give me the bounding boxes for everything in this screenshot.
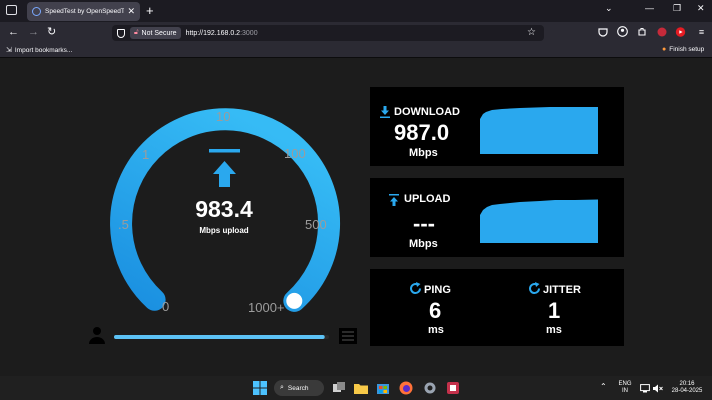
upload-label: UPLOAD <box>404 193 451 205</box>
search-icon: ⌕ <box>280 384 284 391</box>
youtube-icon[interactable] <box>675 26 686 37</box>
extensions-icon[interactable] <box>636 26 647 37</box>
import-icon: ⇲ <box>6 47 12 54</box>
taskbar-search[interactable]: ⌕ Search <box>274 380 324 396</box>
ping-label: PING <box>424 284 451 296</box>
gauge-tick-label: 500 <box>305 217 327 232</box>
new-tab-button[interactable]: + <box>146 3 154 19</box>
download-value: 987.0 <box>394 120 450 145</box>
settings-gear-icon[interactable] <box>423 381 437 395</box>
upload-value: --- <box>413 211 435 236</box>
download-graph <box>480 107 598 154</box>
speedtest-page: 0 .5 1 10 100 500 1000+ 983.4 Mbps uploa… <box>0 58 712 376</box>
upload-progress-fill <box>114 335 325 339</box>
forward-button[interactable]: → <box>28 26 39 39</box>
windows-start-icon[interactable] <box>253 381 267 395</box>
url-port: :3000 <box>240 29 258 37</box>
microsoft-store-icon[interactable] <box>376 381 390 395</box>
gauge-tick-label: 100 <box>284 146 306 161</box>
gauge-tick-label: 10 <box>216 109 231 124</box>
ping-value: 6 <box>429 298 442 323</box>
speedtest-favicon-icon <box>32 7 41 16</box>
close-window-button[interactable]: ✕ <box>697 3 705 14</box>
upload-graph <box>480 199 598 243</box>
import-bookmarks-link[interactable]: ⇲ Import bookmarks... <box>6 46 73 55</box>
finish-setup-label: Finish setup <box>669 46 705 53</box>
upload-indicator-bar <box>209 149 240 153</box>
network-icon[interactable] <box>640 384 650 393</box>
url-host: http://192.168.0.2 <box>185 29 241 37</box>
not-secure-badge[interactable]: 🔓︎ Not Secure <box>130 27 181 39</box>
tab-list-icon[interactable] <box>6 5 17 15</box>
tray-chevron-icon[interactable]: ⌃ <box>600 383 607 391</box>
clock-date: 28-04-2025 <box>671 388 703 394</box>
task-view-icon[interactable] <box>332 381 346 395</box>
shield-icon[interactable] <box>117 28 125 38</box>
menu-icon[interactable]: ≡ <box>696 26 707 37</box>
tab-strip: SpeedTest by OpenSpeedTest™ ✕ + ⌄ — ❐ ✕ <box>0 0 712 22</box>
download-unit: Mbps <box>409 147 438 159</box>
firefox-taskbar-icon[interactable] <box>399 381 413 395</box>
extension-red-icon[interactable] <box>656 26 667 37</box>
firefox-icon: ● <box>662 46 667 53</box>
ping-refresh-icon <box>410 282 422 295</box>
language-code: ENG <box>618 381 632 387</box>
gauge-needle-knob <box>286 292 303 309</box>
chevron-down-icon[interactable]: ⌄ <box>605 3 613 14</box>
file-explorer-icon[interactable] <box>354 381 368 395</box>
search-label: Search <box>287 384 309 392</box>
volume-muted-icon[interactable] <box>653 384 663 393</box>
insecure-lock-icon: 🔓︎ <box>134 29 139 36</box>
download-arrow-icon <box>380 106 390 118</box>
latency-card: PING 6 ms JITTER 1 ms <box>370 269 624 346</box>
close-tab-icon[interactable]: ✕ <box>127 6 135 17</box>
download-card: DOWNLOAD 987.0 Mbps <box>370 87 624 166</box>
pocket-icon[interactable] <box>597 26 608 37</box>
jitter-unit: ms <box>546 324 562 336</box>
tab-speedtest[interactable]: SpeedTest by OpenSpeedTest™ ✕ <box>27 2 140 21</box>
gauge-tick-label: 0 <box>162 299 170 314</box>
server-icon <box>339 328 357 344</box>
region-code: IN <box>622 388 628 394</box>
taskbar: ⌕ Search ⌃ ENG IN 20:16 28-04-2025 <box>0 376 712 400</box>
snipping-tool-icon[interactable] <box>446 381 460 395</box>
current-speed-unit: Mbps upload <box>199 226 249 235</box>
upload-unit: Mbps <box>409 238 438 250</box>
jitter-label: JITTER <box>543 284 581 296</box>
current-speed-value: 983.4 <box>195 196 253 222</box>
bookmark-star-icon[interactable]: ☆ <box>527 27 536 38</box>
gauge-tick-label: 1 <box>142 147 150 162</box>
address-bar[interactable]: 🔓︎ Not Secure http://192.168.0.2:3000 ☆ <box>112 25 544 41</box>
download-label: DOWNLOAD <box>394 106 460 118</box>
bookmarks-bar: ⇲ Import bookmarks... ● Finish setup <box>0 44 712 58</box>
upload-arrow-icon <box>213 161 236 187</box>
clock-time: 20:16 <box>679 381 695 387</box>
finish-setup-link[interactable]: ● Finish setup <box>662 46 704 53</box>
jitter-refresh-icon <box>529 282 541 295</box>
jitter-value: 1 <box>548 298 561 323</box>
restore-button[interactable]: ❐ <box>673 3 681 14</box>
not-secure-label: Not Secure <box>141 29 177 37</box>
import-bookmarks-label: Import bookmarks... <box>14 46 73 54</box>
clock[interactable]: 20:16 28-04-2025 <box>668 381 706 395</box>
tab-title: SpeedTest by OpenSpeedTest™ <box>45 8 125 15</box>
client-user-icon <box>89 327 105 344</box>
upload-card: UPLOAD --- Mbps <box>370 178 624 257</box>
ping-unit: ms <box>428 324 444 336</box>
gauge-tick-label: .5 <box>118 217 129 232</box>
back-button[interactable]: ← <box>8 26 19 39</box>
upload-arrow-small-icon <box>389 194 399 206</box>
reload-button[interactable]: ↻ <box>47 26 56 39</box>
minimize-button[interactable]: — <box>645 3 654 13</box>
language-indicator[interactable]: ENG IN <box>616 381 634 395</box>
gauge-tick-label: 1000+ <box>248 300 285 315</box>
account-icon[interactable] <box>617 26 628 37</box>
